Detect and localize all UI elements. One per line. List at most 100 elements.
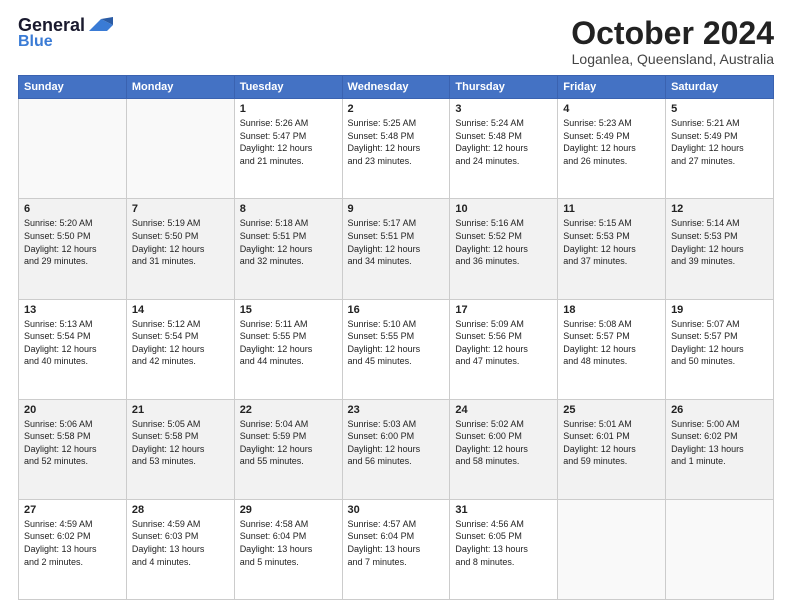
table-row: 17 Sunrise: 5:09 AM Sunset: 5:56 PM Dayli… [450,299,558,399]
table-row: 8 Sunrise: 5:18 AM Sunset: 5:51 PM Daylig… [234,199,342,299]
table-row: 1 Sunrise: 5:26 AM Sunset: 5:47 PM Daylig… [234,99,342,199]
day-info: Sunrise: 5:13 AM Sunset: 5:54 PM Dayligh… [24,318,121,368]
col-thursday: Thursday [450,76,558,99]
table-row: 6Sunrise: 5:20 AM Sunset: 5:50 PM Daylig… [19,199,127,299]
table-row: 13 Sunrise: 5:13 AM Sunset: 5:54 PM Dayli… [19,299,127,399]
day-info: Sunrise: 5:02 AM Sunset: 6:00 PM Dayligh… [455,418,552,468]
day-info: Sunrise: 5:01 AM Sunset: 6:01 PM Dayligh… [563,418,660,468]
col-monday: Monday [126,76,234,99]
table-row [126,99,234,199]
title-block: October 2024 Loganlea, Queensland, Austr… [571,16,774,67]
table-row [558,499,666,599]
table-row: 11 Sunrise: 5:15 AM Sunset: 5:53 PM Dayli… [558,199,666,299]
day-number: 14 [132,304,229,316]
day-number: 13 [24,304,121,316]
day-number: 17 [455,304,552,316]
day-number: 10 [455,203,552,215]
day-number: 30 [348,504,445,516]
day-number: 29 [240,504,337,516]
day-info: Sunrise: 5:19 AM Sunset: 5:50 PM Dayligh… [132,217,229,267]
day-number: 12 [671,203,768,215]
table-row: 14 Sunrise: 5:12 AM Sunset: 5:54 PM Dayli… [126,299,234,399]
table-row: 15Sunrise: 5:11 AM Sunset: 5:55 PM Dayli… [234,299,342,399]
day-info: Sunrise: 5:04 AM Sunset: 5:59 PM Dayligh… [240,418,337,468]
table-row [19,99,127,199]
table-row: 7Sunrise: 5:19 AM Sunset: 5:50 PM Daylig… [126,199,234,299]
day-info: Sunrise: 5:00 AM Sunset: 6:02 PM Dayligh… [671,418,768,468]
day-info: Sunrise: 5:17 AM Sunset: 5:51 PM Dayligh… [348,217,445,267]
day-info: Sunrise: 4:58 AM Sunset: 6:04 PM Dayligh… [240,518,337,568]
col-friday: Friday [558,76,666,99]
day-info: Sunrise: 5:09 AM Sunset: 5:56 PM Dayligh… [455,318,552,368]
table-row: 4 Sunrise: 5:23 AM Sunset: 5:49 PM Daylig… [558,99,666,199]
table-row: 31 Sunrise: 4:56 AM Sunset: 6:05 PM Dayli… [450,499,558,599]
calendar-week-row: 27 Sunrise: 4:59 AM Sunset: 6:02 PM Dayli… [19,499,774,599]
table-row: 5Sunrise: 5:21 AM Sunset: 5:49 PM Daylig… [666,99,774,199]
table-row: 21Sunrise: 5:05 AM Sunset: 5:58 PM Dayli… [126,399,234,499]
day-number: 19 [671,304,768,316]
day-info: Sunrise: 4:57 AM Sunset: 6:04 PM Dayligh… [348,518,445,568]
calendar-table: Sunday Monday Tuesday Wednesday Thursday… [18,75,774,600]
day-info: Sunrise: 5:12 AM Sunset: 5:54 PM Dayligh… [132,318,229,368]
day-info: Sunrise: 4:59 AM Sunset: 6:02 PM Dayligh… [24,518,121,568]
day-number: 4 [563,103,660,115]
day-info: Sunrise: 5:18 AM Sunset: 5:51 PM Dayligh… [240,217,337,267]
table-row: 26 Sunrise: 5:00 AM Sunset: 6:02 PM Dayli… [666,399,774,499]
day-number: 15 [240,304,337,316]
day-info: Sunrise: 5:14 AM Sunset: 5:53 PM Dayligh… [671,217,768,267]
table-row: 30 Sunrise: 4:57 AM Sunset: 6:04 PM Dayli… [342,499,450,599]
day-number: 31 [455,504,552,516]
day-number: 2 [348,103,445,115]
table-row: 28 Sunrise: 4:59 AM Sunset: 6:03 PM Dayli… [126,499,234,599]
table-row: 19 Sunrise: 5:07 AM Sunset: 5:57 PM Dayli… [666,299,774,399]
day-info: Sunrise: 5:21 AM Sunset: 5:49 PM Dayligh… [671,117,768,167]
day-info: Sunrise: 5:25 AM Sunset: 5:48 PM Dayligh… [348,117,445,167]
day-info: Sunrise: 5:10 AM Sunset: 5:55 PM Dayligh… [348,318,445,368]
header: General Blue October 2024 Loganlea, Quee… [18,16,774,67]
col-wednesday: Wednesday [342,76,450,99]
day-number: 1 [240,103,337,115]
table-row: 25Sunrise: 5:01 AM Sunset: 6:01 PM Dayli… [558,399,666,499]
day-info: Sunrise: 5:23 AM Sunset: 5:49 PM Dayligh… [563,117,660,167]
day-number: 28 [132,504,229,516]
table-row: 24 Sunrise: 5:02 AM Sunset: 6:00 PM Dayli… [450,399,558,499]
day-info: Sunrise: 5:26 AM Sunset: 5:47 PM Dayligh… [240,117,337,167]
logo-blue: Blue [18,34,53,50]
table-row [666,499,774,599]
col-sunday: Sunday [19,76,127,99]
day-number: 27 [24,504,121,516]
day-number: 21 [132,404,229,416]
day-info: Sunrise: 5:08 AM Sunset: 5:57 PM Dayligh… [563,318,660,368]
day-info: Sunrise: 5:15 AM Sunset: 5:53 PM Dayligh… [563,217,660,267]
day-number: 26 [671,404,768,416]
calendar-week-row: 6Sunrise: 5:20 AM Sunset: 5:50 PM Daylig… [19,199,774,299]
table-row: 22 Sunrise: 5:04 AM Sunset: 5:59 PM Dayli… [234,399,342,499]
day-number: 18 [563,304,660,316]
col-tuesday: Tuesday [234,76,342,99]
day-number: 3 [455,103,552,115]
table-row: 27 Sunrise: 4:59 AM Sunset: 6:02 PM Dayli… [19,499,127,599]
calendar-header-row: Sunday Monday Tuesday Wednesday Thursday… [19,76,774,99]
table-row: 9 Sunrise: 5:17 AM Sunset: 5:51 PM Daylig… [342,199,450,299]
logo-icon [89,17,113,33]
table-row: 3Sunrise: 5:24 AM Sunset: 5:48 PM Daylig… [450,99,558,199]
calendar-week-row: 13 Sunrise: 5:13 AM Sunset: 5:54 PM Dayli… [19,299,774,399]
table-row: 18 Sunrise: 5:08 AM Sunset: 5:57 PM Dayli… [558,299,666,399]
logo: General Blue [18,16,113,50]
col-saturday: Saturday [666,76,774,99]
day-number: 8 [240,203,337,215]
day-info: Sunrise: 5:06 AM Sunset: 5:58 PM Dayligh… [24,418,121,468]
day-info: Sunrise: 4:59 AM Sunset: 6:03 PM Dayligh… [132,518,229,568]
day-number: 24 [455,404,552,416]
day-number: 22 [240,404,337,416]
day-number: 9 [348,203,445,215]
day-info: Sunrise: 4:56 AM Sunset: 6:05 PM Dayligh… [455,518,552,568]
day-info: Sunrise: 5:07 AM Sunset: 5:57 PM Dayligh… [671,318,768,368]
table-row: 10Sunrise: 5:16 AM Sunset: 5:52 PM Dayli… [450,199,558,299]
table-row: 23 Sunrise: 5:03 AM Sunset: 6:00 PM Dayli… [342,399,450,499]
day-number: 11 [563,203,660,215]
day-number: 23 [348,404,445,416]
day-info: Sunrise: 5:03 AM Sunset: 6:00 PM Dayligh… [348,418,445,468]
table-row: 29 Sunrise: 4:58 AM Sunset: 6:04 PM Dayli… [234,499,342,599]
logo-general: General [18,16,85,34]
